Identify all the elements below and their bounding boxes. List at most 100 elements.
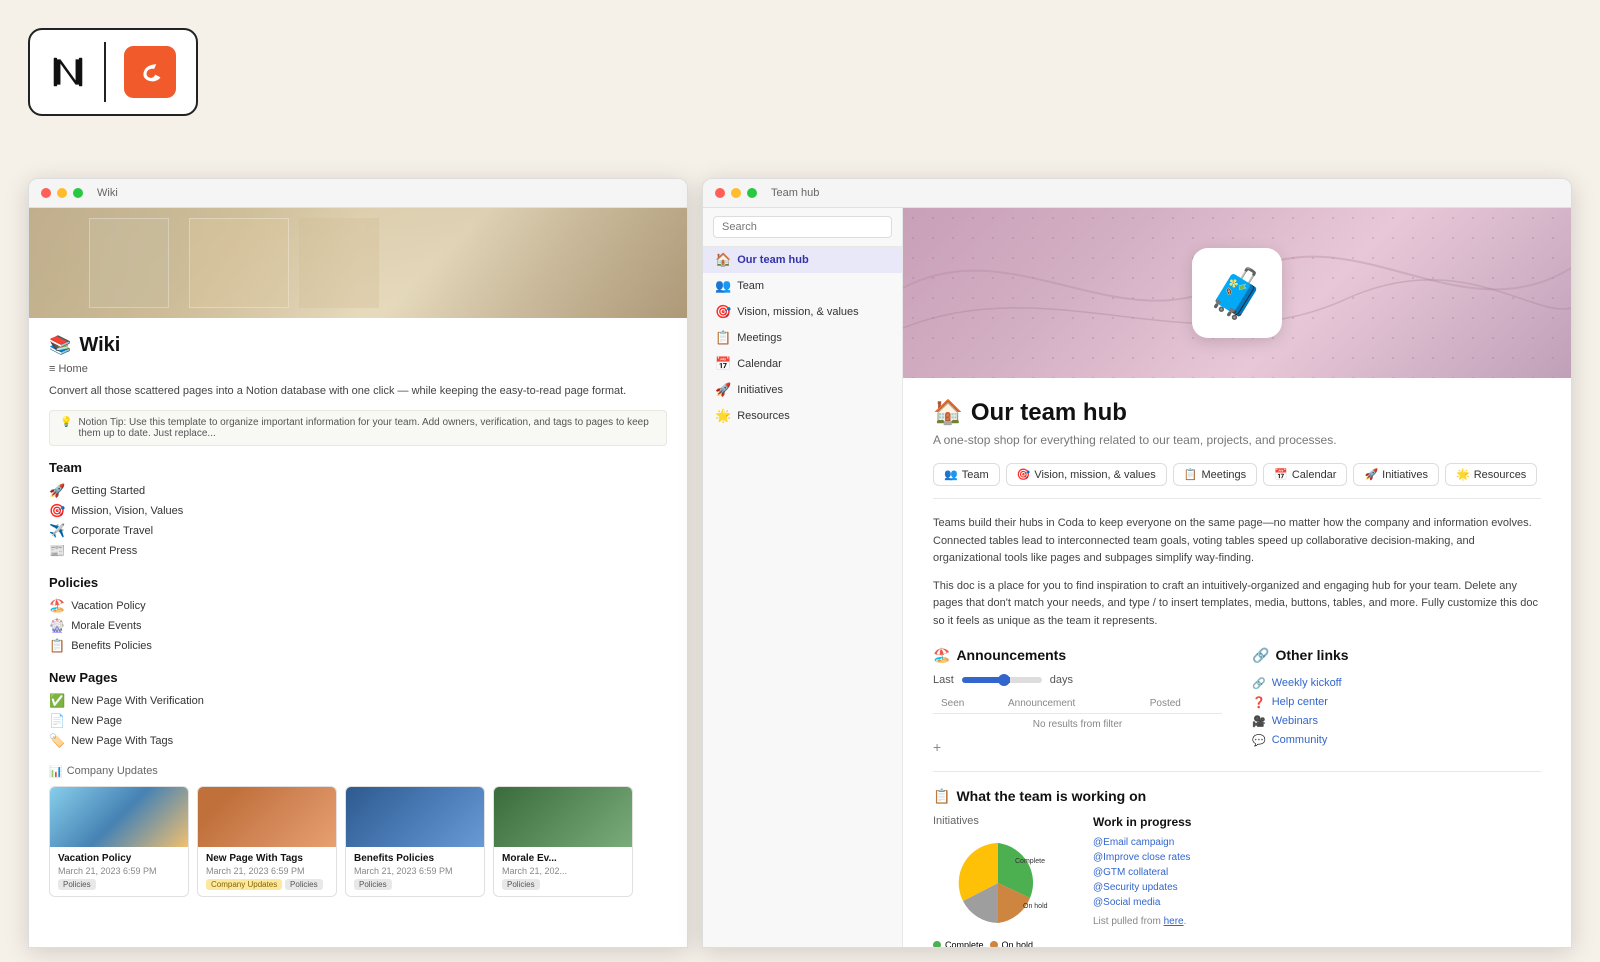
col-announcement: Announcement — [1000, 694, 1142, 714]
col-posted: Posted — [1142, 694, 1222, 714]
what-team-title: 📋 What the team is working on — [933, 788, 1541, 805]
benefits-policies-item[interactable]: 📋 Benefits Policies — [49, 636, 667, 656]
coda-logo — [120, 42, 180, 102]
new-page-verification-item[interactable]: ✅ New Page With Verification — [49, 691, 667, 711]
announcements-title: 🏖️ Announcements — [933, 647, 1222, 664]
update-card-benefits[interactable]: Benefits Policies March 21, 2023 6:59 PM… — [345, 786, 485, 897]
pie-chart: Complete On hold — [933, 833, 1063, 933]
coda-titlebar-label: Team hub — [771, 187, 819, 199]
work-in-progress: Work in progress @Email campaign @Improv… — [1093, 815, 1541, 947]
maximize-button[interactable] — [73, 188, 83, 198]
minimize-button[interactable] — [57, 188, 67, 198]
sidebar-item-team[interactable]: 👥 Team — [703, 273, 902, 299]
svg-text:Complete: Complete — [1015, 858, 1045, 865]
sidebar-item-meetings[interactable]: 📋 Meetings — [703, 325, 902, 351]
list-item[interactable]: 🎯 Mission, Vision, Values — [49, 501, 667, 521]
link-community[interactable]: 💬 Community — [1252, 731, 1541, 750]
list-item[interactable]: 🚀 Getting Started — [49, 481, 667, 501]
nav-pill-vision[interactable]: 🎯 Vision, mission, & values — [1006, 463, 1167, 486]
nav-pill-resources[interactable]: 🌟 Resources — [1445, 463, 1537, 486]
sidebar-item-vision[interactable]: 🎯 Vision, mission, & values — [703, 299, 902, 325]
update-card-morale[interactable]: Morale Ev... March 21, 202... Policies — [493, 786, 633, 897]
svg-text:On hold: On hold — [1023, 903, 1048, 910]
logo-container — [28, 28, 198, 116]
days-slider[interactable] — [962, 677, 1042, 683]
other-links-col: 🔗 Other links 🔗 Weekly kickoff ❓ Help ce… — [1252, 647, 1541, 755]
wiki-description: Convert all those scattered pages into a… — [49, 383, 667, 400]
coda-nav-pills: 👥 Team 🎯 Vision, mission, & values 📋 Mee… — [933, 463, 1541, 499]
coda-description-2: This doc is a place for you to find insp… — [933, 578, 1541, 631]
update-card-tags[interactable]: New Page With Tags March 21, 2023 6:59 P… — [197, 786, 337, 897]
coda-sidebar: 🏠 Our team hub 👥 Team 🎯 Vision, mission,… — [703, 208, 903, 947]
vacation-policy-item[interactable]: 🏖️ Vacation Policy — [49, 596, 667, 616]
nav-pill-meetings[interactable]: 📋 Meetings — [1173, 463, 1257, 486]
other-links-title: 🔗 Other links — [1252, 647, 1541, 664]
coda-search-input[interactable] — [713, 216, 892, 238]
notion-titlebar: Wiki — [29, 179, 687, 208]
windows-container: Wiki 📚 Wiki ≡ Home Convert all those sca… — [28, 178, 1572, 948]
coda-main-content: 🧳 🏠 Our team hub A one-stop shop for eve… — [903, 208, 1571, 947]
coda-close-button[interactable] — [715, 188, 725, 198]
link-weekly-kickoff[interactable]: 🔗 Weekly kickoff — [1252, 674, 1541, 693]
coda-briefcase-icon: 🧳 — [1192, 248, 1282, 338]
sidebar-item-resources[interactable]: 🌟 Resources — [703, 403, 902, 429]
cards-row: Vacation Policy March 21, 2023 6:59 PM P… — [49, 786, 667, 897]
team-section: Team 🚀 Getting Started 🎯 Mission, Vision… — [49, 460, 667, 561]
sidebar-item-calendar[interactable]: 📅 Calendar — [703, 351, 902, 377]
wip-item-1[interactable]: @Improve close rates — [1093, 850, 1541, 865]
coda-titlebar: Team hub — [703, 179, 1571, 208]
link-webinars[interactable]: 🎥 Webinars — [1252, 712, 1541, 731]
policies-section-title: Policies — [49, 575, 667, 590]
wip-here-link[interactable]: here — [1164, 916, 1184, 927]
sidebar-item-initiatives[interactable]: 🚀 Initiatives — [703, 377, 902, 403]
update-card-vacation[interactable]: Vacation Policy March 21, 2023 6:59 PM P… — [49, 786, 189, 897]
col-seen: Seen — [933, 694, 1000, 714]
coda-description-1: Teams build their hubs in Coda to keep e… — [933, 515, 1541, 568]
notion-tip: 💡 Notion Tip: Use this template to organ… — [49, 410, 667, 446]
wiki-breadcrumb: ≡ Home — [49, 363, 667, 375]
wip-item-0[interactable]: @Email campaign — [1093, 835, 1541, 850]
notion-logo — [46, 42, 106, 102]
new-pages-section-title: New Pages — [49, 670, 667, 685]
list-item[interactable]: 📰 Recent Press — [49, 541, 667, 561]
new-page-item[interactable]: 📄 New Page — [49, 711, 667, 731]
wiki-page-title: Wiki — [79, 334, 120, 357]
coda-maximize-button[interactable] — [747, 188, 757, 198]
close-button[interactable] — [41, 188, 51, 198]
coda-two-col: 🏖️ Announcements Last days — [933, 647, 1541, 755]
announcements-col: 🏖️ Announcements Last days — [933, 647, 1222, 755]
pie-legend: Complete On hold Pending — [933, 940, 1073, 947]
wiki-content: 📚 Wiki ≡ Home Convert all those scattere… — [29, 318, 687, 947]
notion-window: Wiki 📚 Wiki ≡ Home Convert all those sca… — [28, 178, 688, 948]
team-section-title: Team — [49, 460, 667, 475]
coda-search-container — [703, 208, 902, 247]
announcements-controls: Last days — [933, 674, 1222, 686]
initiatives-chart: Initiatives — [933, 815, 1073, 947]
coda-page-content: 🏠 Our team hub A one-stop shop for every… — [903, 378, 1571, 947]
policies-section: Policies 🏖️ Vacation Policy 🎡 Morale Eve… — [49, 575, 667, 656]
coda-page-title: 🏠 Our team hub — [933, 398, 1541, 427]
company-updates-header: 📊 Company Updates — [49, 765, 667, 778]
wip-item-2[interactable]: @GTM collateral — [1093, 865, 1541, 880]
list-item[interactable]: ✈️ Corporate Travel — [49, 521, 667, 541]
coda-hero: 🧳 — [903, 208, 1571, 378]
morale-events-item[interactable]: 🎡 Morale Events — [49, 616, 667, 636]
add-announcement-button[interactable]: + — [933, 739, 1222, 755]
nav-pill-calendar[interactable]: 📅 Calendar — [1263, 463, 1347, 486]
company-updates: 📊 Company Updates Vacation Policy March … — [49, 765, 667, 897]
nav-pill-initiatives[interactable]: 🚀 Initiatives — [1353, 463, 1439, 486]
announcements-table: Seen Announcement Posted No results from… — [933, 694, 1222, 735]
coda-layout: 🏠 Our team hub 👥 Team 🎯 Vision, mission,… — [703, 208, 1571, 947]
sidebar-item-our-team-hub[interactable]: 🏠 Our team hub — [703, 247, 902, 273]
wip-note: List pulled from here. — [1093, 916, 1541, 927]
wip-item-3[interactable]: @Security updates — [1093, 880, 1541, 895]
initiatives-row: Initiatives — [933, 815, 1541, 947]
what-team-section: 📋 What the team is working on Initiative… — [933, 771, 1541, 947]
link-help-center[interactable]: ❓ Help center — [1252, 693, 1541, 712]
new-page-tags-item[interactable]: 🏷️ New Page With Tags — [49, 731, 667, 751]
no-results-message: No results from filter — [933, 713, 1222, 735]
wip-item-4[interactable]: @Social media — [1093, 895, 1541, 910]
coda-minimize-button[interactable] — [731, 188, 741, 198]
titlebar-label: Wiki — [97, 187, 118, 199]
nav-pill-team[interactable]: 👥 Team — [933, 463, 1000, 486]
